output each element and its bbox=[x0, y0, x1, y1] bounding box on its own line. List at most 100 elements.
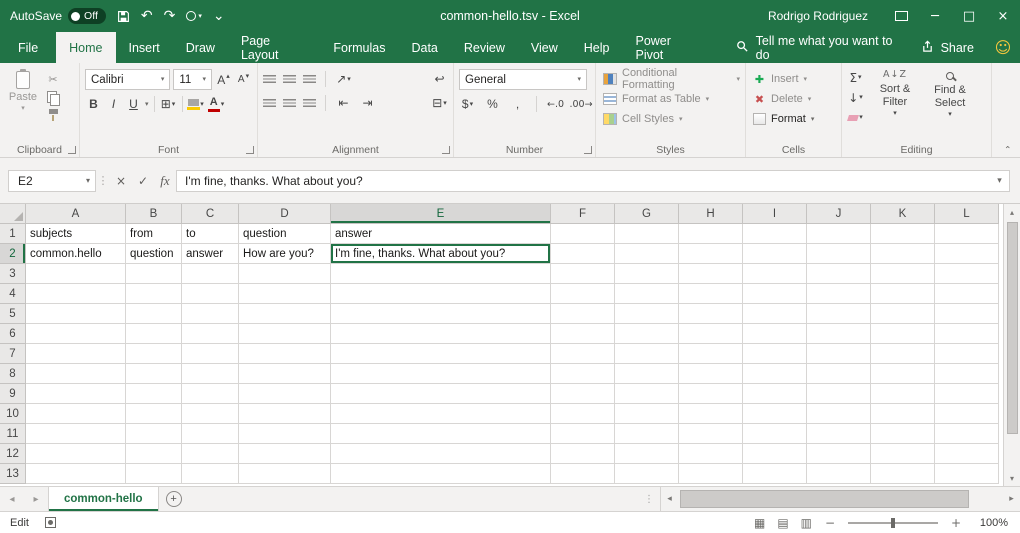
delete-cells-button[interactable]: ✖ Delete ▾ bbox=[751, 89, 836, 109]
cell-J11[interactable] bbox=[807, 424, 871, 444]
cell-H2[interactable] bbox=[679, 244, 743, 264]
align-right-icon[interactable] bbox=[303, 99, 316, 108]
cell-G1[interactable] bbox=[615, 224, 679, 244]
paste-button[interactable]: Paste ▾ bbox=[5, 69, 41, 121]
insert-cells-button[interactable]: ✚ Insert ▾ bbox=[751, 69, 836, 89]
cell-G4[interactable] bbox=[615, 284, 679, 304]
user-name[interactable]: Rodrigo Rodriguez bbox=[768, 9, 868, 23]
underline-button[interactable]: U bbox=[125, 94, 142, 114]
sheet-nav-left-icon[interactable]: ◂ bbox=[0, 487, 24, 511]
cell-B3[interactable] bbox=[126, 264, 182, 284]
cell-E7[interactable] bbox=[331, 344, 551, 364]
cell-E1[interactable]: answer bbox=[331, 224, 551, 244]
cell-J10[interactable] bbox=[807, 404, 871, 424]
cell-L13[interactable] bbox=[935, 464, 999, 484]
cell-A8[interactable] bbox=[26, 364, 126, 384]
cell-K8[interactable] bbox=[871, 364, 935, 384]
page-layout-view-icon[interactable]: ▤ bbox=[777, 516, 788, 530]
cell-C8[interactable] bbox=[182, 364, 239, 384]
minimize-button[interactable]: ─ bbox=[918, 0, 952, 32]
cell-J4[interactable] bbox=[807, 284, 871, 304]
row-header-7[interactable]: 7 bbox=[0, 344, 26, 364]
cell-E8[interactable] bbox=[331, 364, 551, 384]
cell-I2[interactable] bbox=[743, 244, 807, 264]
cell-F8[interactable] bbox=[551, 364, 615, 384]
decrease-font-size-button[interactable]: A▾ bbox=[235, 70, 252, 90]
cell-A9[interactable] bbox=[26, 384, 126, 404]
sheet-tab-common-hello[interactable]: common-hello bbox=[48, 487, 159, 511]
decrease-indent-button[interactable]: ⇤ bbox=[335, 93, 352, 113]
row-header-2[interactable]: 2 bbox=[0, 244, 26, 264]
cell-D7[interactable] bbox=[239, 344, 331, 364]
orientation-button[interactable]: ↗▾ bbox=[335, 69, 352, 89]
cell-L6[interactable] bbox=[935, 324, 999, 344]
cell-F5[interactable] bbox=[551, 304, 615, 324]
tab-view[interactable]: View bbox=[518, 32, 571, 63]
cell-G12[interactable] bbox=[615, 444, 679, 464]
cell-H7[interactable] bbox=[679, 344, 743, 364]
cell-K11[interactable] bbox=[871, 424, 935, 444]
cell-I3[interactable] bbox=[743, 264, 807, 284]
cell-I7[interactable] bbox=[743, 344, 807, 364]
format-cells-button[interactable]: Format ▾ bbox=[751, 109, 836, 129]
cell-C11[interactable] bbox=[182, 424, 239, 444]
tab-file[interactable]: File bbox=[0, 32, 56, 63]
font-dialog-launcher-icon[interactable] bbox=[246, 146, 254, 154]
cell-B8[interactable] bbox=[126, 364, 182, 384]
cell-J3[interactable] bbox=[807, 264, 871, 284]
row-header-11[interactable]: 11 bbox=[0, 424, 26, 444]
increase-decimal-button[interactable]: ←.0 bbox=[547, 94, 564, 114]
cell-L4[interactable] bbox=[935, 284, 999, 304]
cell-K13[interactable] bbox=[871, 464, 935, 484]
align-center-icon[interactable] bbox=[283, 99, 296, 108]
cell-E13[interactable] bbox=[331, 464, 551, 484]
cell-D9[interactable] bbox=[239, 384, 331, 404]
cell-B7[interactable] bbox=[126, 344, 182, 364]
cell-D10[interactable] bbox=[239, 404, 331, 424]
cell-J12[interactable] bbox=[807, 444, 871, 464]
tell-me-search[interactable]: Tell me what you want to do bbox=[728, 32, 909, 63]
cell-K1[interactable] bbox=[871, 224, 935, 244]
cell-I13[interactable] bbox=[743, 464, 807, 484]
horizontal-scrollbar[interactable]: ◂ ▸ bbox=[660, 487, 1020, 511]
cell-F13[interactable] bbox=[551, 464, 615, 484]
zoom-out-button[interactable]: − bbox=[824, 516, 836, 530]
cell-D11[interactable] bbox=[239, 424, 331, 444]
cell-A3[interactable] bbox=[26, 264, 126, 284]
cell-L7[interactable] bbox=[935, 344, 999, 364]
increase-font-size-button[interactable]: A▴ bbox=[215, 70, 232, 90]
tab-insert[interactable]: Insert bbox=[116, 32, 173, 63]
cell-L2[interactable] bbox=[935, 244, 999, 264]
cut-icon[interactable]: ✂ bbox=[48, 73, 57, 86]
cell-A1[interactable]: subjects bbox=[26, 224, 126, 244]
cell-B13[interactable] bbox=[126, 464, 182, 484]
cell-B1[interactable]: from bbox=[126, 224, 182, 244]
column-header-G[interactable]: G bbox=[615, 204, 679, 224]
tab-review[interactable]: Review bbox=[451, 32, 518, 63]
feedback-smiley-icon[interactable]: ☺ bbox=[986, 32, 1020, 63]
cell-I11[interactable] bbox=[743, 424, 807, 444]
row-header-10[interactable]: 10 bbox=[0, 404, 26, 424]
cell-J1[interactable] bbox=[807, 224, 871, 244]
cell-F11[interactable] bbox=[551, 424, 615, 444]
name-box[interactable]: E2 ▾ bbox=[8, 170, 96, 192]
cell-C10[interactable] bbox=[182, 404, 239, 424]
cell-C9[interactable] bbox=[182, 384, 239, 404]
italic-button[interactable]: I bbox=[105, 94, 122, 114]
chevron-down-icon[interactable]: ▾ bbox=[145, 101, 149, 108]
cell-B2[interactable]: question bbox=[126, 244, 182, 264]
cell-K6[interactable] bbox=[871, 324, 935, 344]
row-header-4[interactable]: 4 bbox=[0, 284, 26, 304]
cell-J7[interactable] bbox=[807, 344, 871, 364]
ribbon-display-options-button[interactable] bbox=[884, 0, 918, 32]
cell-G10[interactable] bbox=[615, 404, 679, 424]
cell-D8[interactable] bbox=[239, 364, 331, 384]
row-header-12[interactable]: 12 bbox=[0, 444, 26, 464]
cell-C12[interactable] bbox=[182, 444, 239, 464]
cell-L1[interactable] bbox=[935, 224, 999, 244]
cell-K12[interactable] bbox=[871, 444, 935, 464]
cell-H4[interactable] bbox=[679, 284, 743, 304]
cell-E3[interactable] bbox=[331, 264, 551, 284]
formula-input[interactable]: I'm fine, thanks. What about you? bbox=[176, 170, 990, 192]
fill-color-button[interactable]: ▾ bbox=[188, 94, 205, 114]
